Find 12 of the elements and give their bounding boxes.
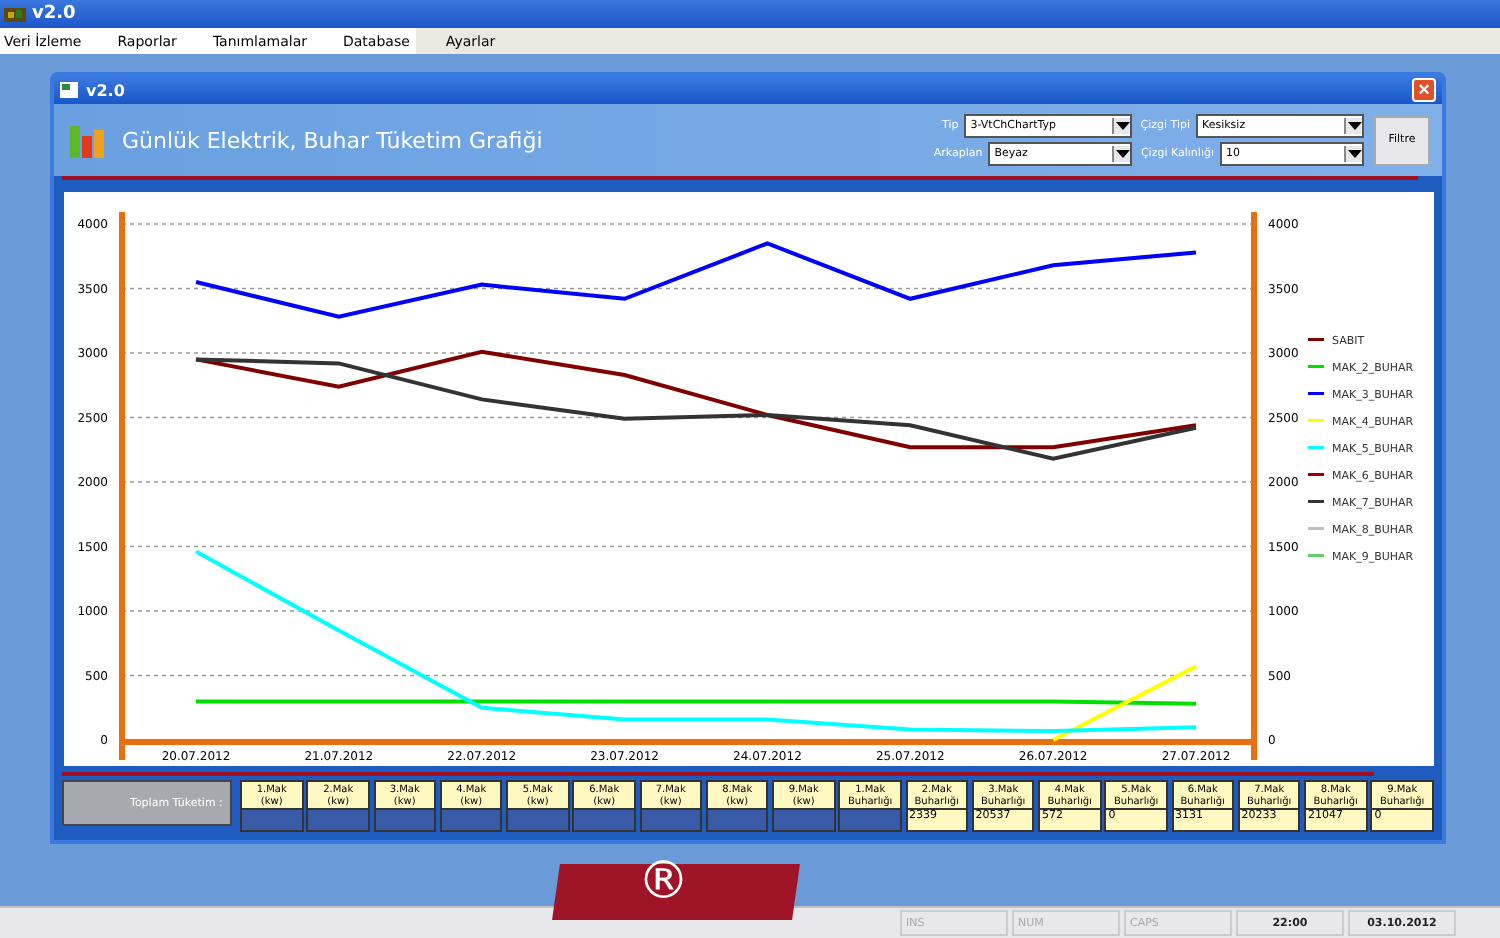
caret-icon	[1347, 122, 1361, 130]
caret-icon	[1115, 122, 1130, 130]
bar-chart-icon	[70, 122, 106, 158]
app-icon	[4, 5, 26, 23]
caret-icon	[1347, 150, 1361, 158]
window-title: v2.0	[86, 81, 125, 99]
window-heading: Günlük Elektrik, Buhar Tüketim Grafiği	[122, 127, 543, 153]
close-button[interactable]: ×	[1412, 78, 1436, 102]
window-icon	[60, 82, 78, 98]
registered-mark: ®	[637, 852, 690, 912]
app-title: v2.0	[32, 4, 76, 24]
caret-icon	[1115, 150, 1130, 158]
